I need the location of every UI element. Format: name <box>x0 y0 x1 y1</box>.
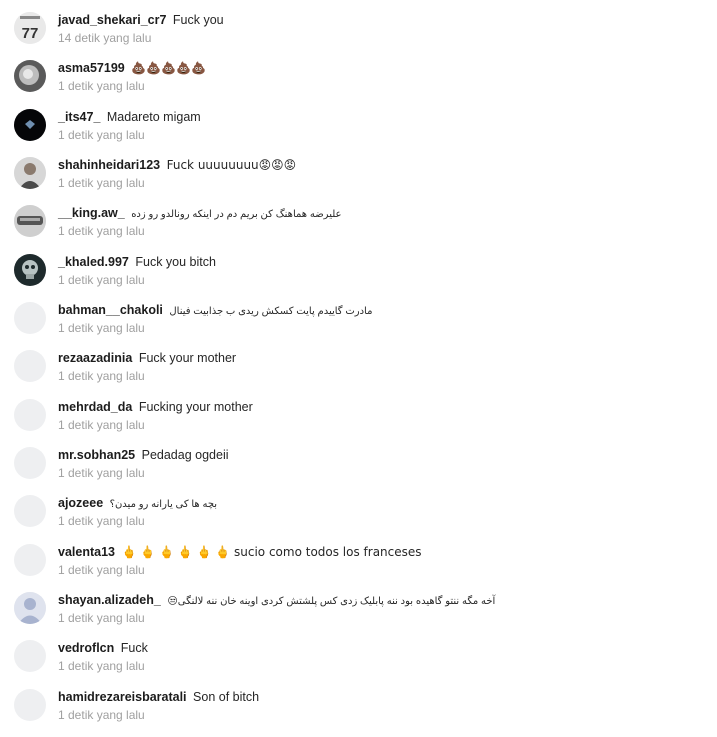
comment-timestamp: 1 detik yang lalu <box>58 176 145 190</box>
comment-row: _its47_ Madareto migam 1 detik yang lalu <box>0 109 717 157</box>
avatar[interactable] <box>14 399 46 431</box>
comment-row: shahinheidari123 Fuck uuuuuuuu😡😡😡 1 deti… <box>0 157 717 205</box>
comment-row: 77 javad_shekari_cr7 Fuck you 14 detik y… <box>0 12 717 60</box>
avatar[interactable] <box>14 544 46 576</box>
avatar[interactable] <box>14 157 46 189</box>
comment-row: shayan.alizadeh_ آخه مگه ننتو گاهیده بود… <box>0 592 717 640</box>
comment-row: vedroflcn Fuck 1 detik yang lalu <box>0 640 717 688</box>
comment-row: mr.sobhan25 Pedadag ogdeii 1 detik yang … <box>0 447 717 495</box>
avatar[interactable] <box>14 350 46 382</box>
comment-timestamp: 1 detik yang lalu <box>58 79 145 93</box>
comment-username[interactable]: shahinheidari123 <box>58 158 160 172</box>
jersey-number: 77 <box>22 25 39 42</box>
comment-timestamp: 1 detik yang lalu <box>58 418 145 432</box>
comment-username[interactable]: _khaled.997 <box>58 255 129 269</box>
comment-timestamp: 1 detik yang lalu <box>58 563 145 577</box>
comment-timestamp: 1 detik yang lalu <box>58 369 145 383</box>
comment-username[interactable]: bahman__chakoli <box>58 303 163 317</box>
comment-text: آخه مگه ننتو گاهیده بود ننه پابلیک زدی ک… <box>167 596 496 607</box>
comment-timestamp: 1 detik yang lalu <box>58 514 145 528</box>
comment-timestamp: 1 detik yang lalu <box>58 273 145 287</box>
comment-row: valenta13 🖕 🖕 🖕 🖕 🖕 🖕 sucio como todos l… <box>0 544 717 592</box>
comment-timestamp: 1 detik yang lalu <box>58 128 145 142</box>
avatar[interactable] <box>14 447 46 479</box>
avatar[interactable]: 77 <box>14 12 46 44</box>
avatar[interactable] <box>14 109 46 141</box>
comment-timestamp: 1 detik yang lalu <box>58 659 145 673</box>
comment-text: Fucking your mother <box>138 400 253 414</box>
comment-username[interactable]: __king.aw_ <box>58 206 125 220</box>
comment-username[interactable]: asma57199 <box>58 61 125 75</box>
comment-timestamp: 1 detik yang lalu <box>58 466 145 480</box>
comment-timestamp: 14 detik yang lalu <box>58 31 152 45</box>
comment-row: rezaazadinia Fuck your mother 1 detik ya… <box>0 350 717 398</box>
avatar[interactable] <box>14 254 46 286</box>
comment-text: 🖕 🖕 🖕 🖕 🖕 🖕 sucio como todos los frances… <box>121 545 422 559</box>
comment-text: مادرت گاییدم پایت کسکش ریدی ب جذابیت فین… <box>169 306 373 317</box>
comment-username[interactable]: mr.sobhan25 <box>58 448 135 462</box>
comment-text: Fuck you bitch <box>135 255 216 269</box>
comment-text: بچه ها کی یارانه رو میدن؟ <box>109 499 218 510</box>
comment-username[interactable]: ajozeee <box>58 496 103 510</box>
comment-text: Fuck you <box>172 13 224 27</box>
comment-row: ajozeee بچه ها کی یارانه رو میدن؟ 1 deti… <box>0 495 717 543</box>
comment-row: __king.aw_ علیرضه هماهنگ کن بریم دم در ا… <box>0 205 717 253</box>
comment-row: bahman__chakoli مادرت گاییدم پایت کسکش ر… <box>0 302 717 350</box>
default-avatar-icon <box>14 592 46 624</box>
comment-username[interactable]: shayan.alizadeh_ <box>58 593 161 607</box>
comment-username[interactable]: _its47_ <box>58 110 100 124</box>
comment-row: asma57199 💩💩💩💩💩 1 detik yang lalu <box>0 60 717 108</box>
avatar[interactable] <box>14 205 46 237</box>
avatar[interactable] <box>14 592 46 624</box>
comment-text: Fuck <box>120 641 148 655</box>
comment-username[interactable]: mehrdad_da <box>58 400 132 414</box>
comment-timestamp: 1 detik yang lalu <box>58 224 145 238</box>
comment-username[interactable]: valenta13 <box>58 545 115 559</box>
comment-text: Fuck uuuuuuuu😡😡😡 <box>166 158 297 172</box>
comment-username[interactable]: rezaazadinia <box>58 351 132 365</box>
comment-timestamp: 1 detik yang lalu <box>58 321 145 335</box>
avatar[interactable] <box>14 60 46 92</box>
comment-text: Pedadag ogdeii <box>141 448 229 462</box>
avatar[interactable] <box>14 495 46 527</box>
comment-row: _khaled.997 Fuck you bitch 1 detik yang … <box>0 254 717 302</box>
comment-text: Madareto migam <box>106 110 201 124</box>
comment-text: 💩💩💩💩💩 <box>131 61 206 75</box>
comment-username[interactable]: vedroflcn <box>58 641 114 655</box>
avatar[interactable] <box>14 640 46 672</box>
avatar[interactable] <box>14 689 46 721</box>
comment-username[interactable]: hamidrezareisbaratali <box>58 690 187 704</box>
comment-row: mehrdad_da Fucking your mother 1 detik y… <box>0 399 717 447</box>
comment-username[interactable]: javad_shekari_cr7 <box>58 13 166 27</box>
comment-timestamp: 1 detik yang lalu <box>58 611 145 625</box>
comment-text: علیرضه هماهنگ کن بریم دم در اینکه رونالد… <box>131 209 342 220</box>
comment-text: Fuck your mother <box>138 351 237 365</box>
comment-text: Son of bitch <box>193 690 260 704</box>
comment-row: hamidrezareisbaratali Son of bitch 1 det… <box>0 689 717 737</box>
avatar[interactable] <box>14 302 46 334</box>
